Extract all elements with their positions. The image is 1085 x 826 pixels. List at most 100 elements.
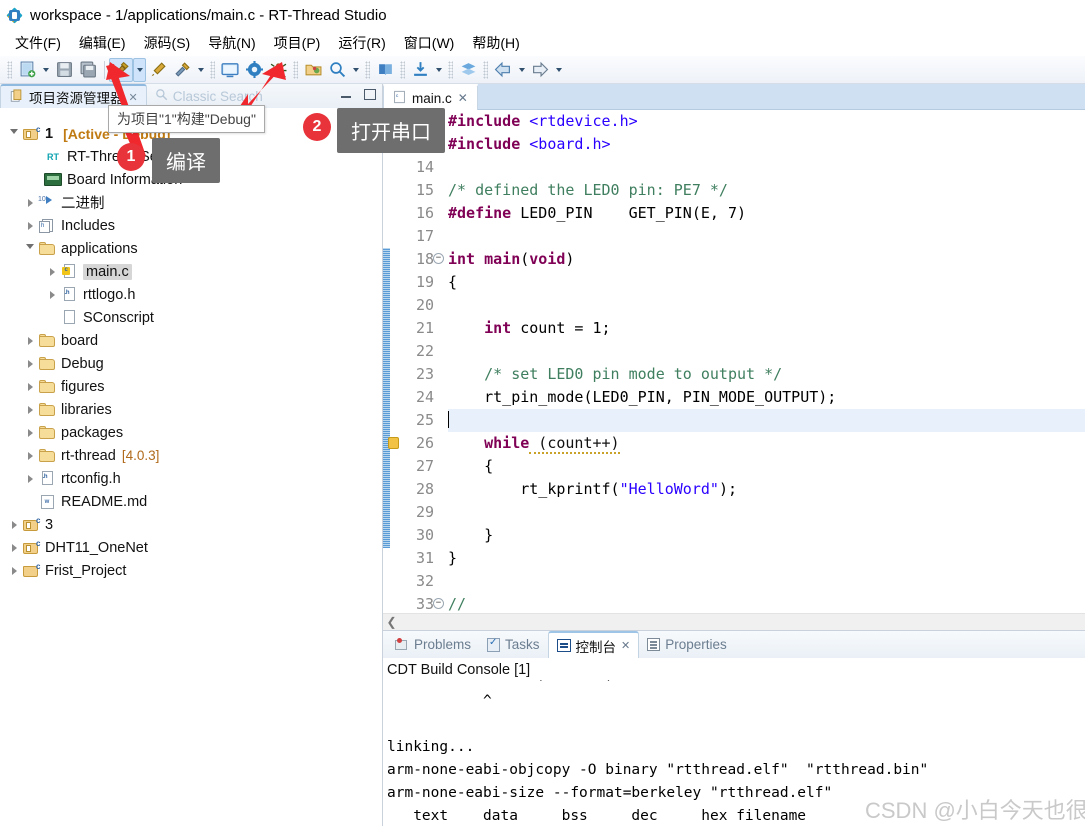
twisty-icon[interactable]	[22, 474, 38, 483]
forward-arrow-icon[interactable]	[528, 58, 552, 82]
code-line: }	[448, 549, 458, 567]
twisty-icon[interactable]	[6, 129, 22, 138]
search-dropdown-icon[interactable]	[349, 58, 362, 82]
tree-item-figures[interactable]: figures	[0, 375, 382, 398]
c-file-warning-icon: c	[60, 264, 78, 279]
tree-item-project-3[interactable]: c 3	[0, 513, 382, 536]
tab-problems[interactable]: Problems	[387, 631, 479, 658]
new-file-dropdown-icon[interactable]	[39, 58, 52, 82]
back-arrow-icon[interactable]	[491, 58, 515, 82]
code-line: }	[448, 526, 494, 544]
tree-label: figures	[61, 378, 105, 395]
change-bar	[383, 110, 390, 613]
scroll-left-icon[interactable]: ❮	[383, 615, 400, 629]
tree-item-rttlogo-h[interactable]: .h rttlogo.h	[0, 283, 382, 306]
warning-marker-icon[interactable]	[388, 437, 399, 449]
twisty-icon[interactable]	[22, 428, 38, 437]
download-icon[interactable]	[408, 58, 432, 82]
twisty-icon[interactable]	[22, 451, 38, 460]
twisty-icon[interactable]	[22, 336, 38, 345]
twisty-icon[interactable]	[44, 290, 60, 299]
tree-item-debug[interactable]: Debug	[0, 352, 382, 375]
download-dropdown-icon[interactable]	[432, 58, 445, 82]
close-icon[interactable]: ✕	[458, 91, 468, 105]
code-line: /* defined the LED0 pin: PE7 */	[448, 181, 728, 199]
twisty-icon[interactable]	[22, 221, 38, 230]
tree-item-sconscript[interactable]: SConscript	[0, 306, 382, 329]
back-dropdown-icon[interactable]	[515, 58, 528, 82]
tree-label: SConscript	[83, 309, 154, 326]
book-icon[interactable]	[373, 58, 397, 82]
twisty-icon[interactable]	[22, 405, 38, 414]
tree-item-packages[interactable]: packages	[0, 421, 382, 444]
save-all-icon[interactable]	[76, 58, 100, 82]
tree-item-applications[interactable]: applications	[0, 237, 382, 260]
tree-item-readme-md[interactable]: w README.md	[0, 490, 382, 513]
menu-navigate[interactable]: 导航(N)	[199, 30, 264, 56]
tasks-icon	[487, 637, 501, 652]
open-folder-icon[interactable]	[301, 58, 325, 82]
toolbar-grip-4[interactable]	[365, 60, 370, 79]
twisty-icon[interactable]	[22, 382, 38, 391]
twisty-icon[interactable]	[6, 520, 22, 529]
tree-item-binaries[interactable]: 10 二进制	[0, 191, 382, 214]
twisty-icon[interactable]	[22, 198, 38, 207]
minimize-icon[interactable]	[339, 87, 353, 101]
editor-area: c main.c ✕ 12131415161718−19202122232425…	[383, 84, 1085, 630]
toolbar-grip[interactable]	[7, 60, 12, 79]
save-icon[interactable]	[52, 58, 76, 82]
build-config-icon[interactable]	[170, 58, 194, 82]
twisty-icon[interactable]	[22, 359, 38, 368]
tree-item-libraries[interactable]: libraries	[0, 398, 382, 421]
build-config-dropdown-icon[interactable]	[194, 58, 207, 82]
line-number: 16	[415, 204, 434, 222]
text-cursor	[448, 411, 449, 428]
tab-tasks[interactable]: Tasks	[479, 631, 548, 658]
toolbar-grip-6[interactable]	[448, 60, 453, 79]
board-information-icon	[44, 173, 62, 186]
menu-window[interactable]: 窗口(W)	[395, 30, 464, 56]
twisty-icon[interactable]	[6, 566, 22, 575]
twisty-icon[interactable]	[6, 543, 22, 552]
layers-icon[interactable]	[456, 58, 480, 82]
tab-main-c-label: main.c	[412, 90, 452, 106]
tree-item-project-dht11-onenet[interactable]: c DHT11_OneNet	[0, 536, 382, 559]
editor-horizontal-scrollbar[interactable]: ❮	[383, 613, 1085, 630]
menu-run[interactable]: 运行(R)	[329, 30, 394, 56]
line-number: 19	[415, 273, 434, 291]
tab-console[interactable]: 控制台 ✕	[547, 631, 640, 658]
menu-help[interactable]: 帮助(H)	[463, 30, 528, 56]
twisty-icon[interactable]	[44, 267, 60, 276]
forward-dropdown-icon[interactable]	[552, 58, 565, 82]
new-file-icon[interactable]	[15, 58, 39, 82]
code-line	[448, 409, 1085, 432]
toolbar-grip-5[interactable]	[400, 60, 405, 79]
menu-source[interactable]: 源码(S)	[135, 30, 200, 56]
maximize-icon[interactable]	[362, 87, 376, 101]
code-text[interactable]: #include <rtdevice.h> #include <board.h> …	[436, 110, 1085, 613]
code-editor[interactable]: 12131415161718−1920212223242526272829303…	[383, 110, 1085, 613]
tree-item-main-c[interactable]: c main.c	[0, 260, 382, 283]
code-line: rt_kprintf("HelloWord");	[448, 480, 737, 498]
menu-project[interactable]: 项目(P)	[265, 30, 330, 56]
version-label: [4.0.3]	[121, 448, 160, 463]
c-project-warning-icon: c	[22, 539, 41, 555]
tree-label: board	[61, 332, 99, 349]
tab-main-c[interactable]: c main.c ✕	[383, 84, 478, 110]
search-icon[interactable]	[325, 58, 349, 82]
binaries-icon: 10	[38, 195, 56, 210]
tree-item-rt-thread[interactable]: rt-thread [4.0.3]	[0, 444, 382, 467]
tree-item-board[interactable]: board	[0, 329, 382, 352]
tab-properties[interactable]: Properties	[639, 631, 735, 658]
problems-icon	[395, 637, 409, 652]
tree-item-includes[interactable]: h Includes	[0, 214, 382, 237]
tree-item-project-frist-project[interactable]: c Frist_Project	[0, 559, 382, 582]
menu-file[interactable]: 文件(F)	[6, 30, 70, 56]
menu-edit[interactable]: 编辑(E)	[70, 30, 135, 56]
toolbar-grip-3[interactable]	[293, 60, 298, 79]
twisty-icon[interactable]	[22, 244, 38, 253]
close-icon[interactable]: ✕	[621, 639, 630, 652]
toolbar-grip-7[interactable]	[483, 60, 488, 79]
tree-item-rtconfig-h[interactable]: .h rtconfig.h	[0, 467, 382, 490]
